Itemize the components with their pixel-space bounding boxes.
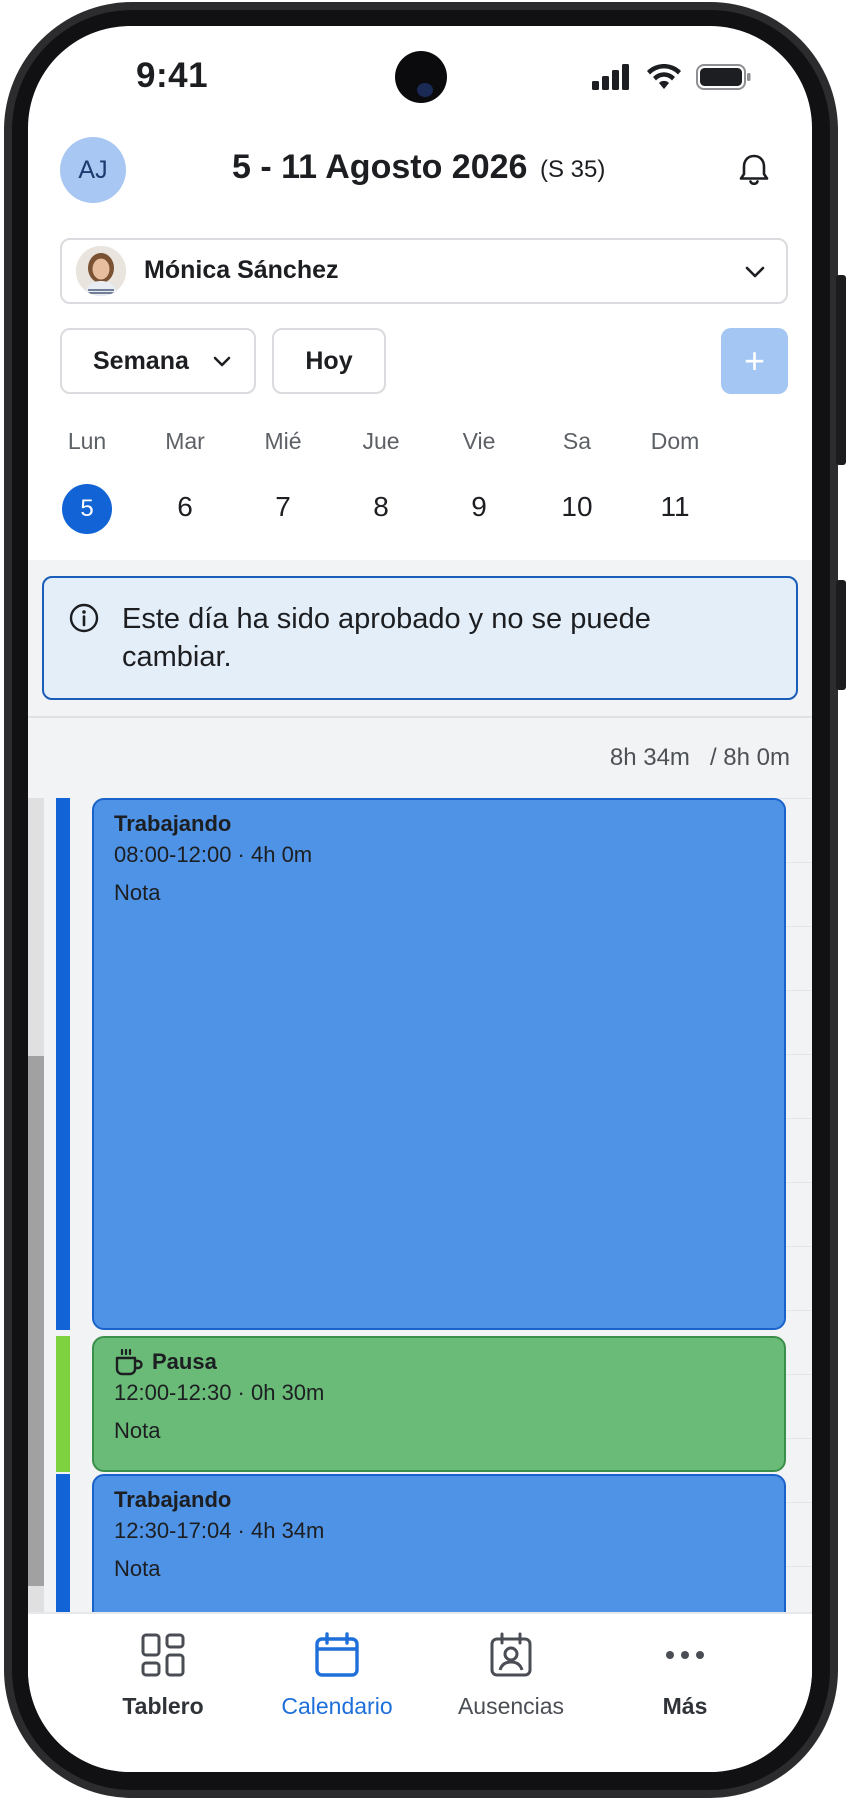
day-number-text: 10 (561, 491, 593, 522)
chevron-down-icon (213, 356, 231, 367)
nav-label: Calendario (281, 1693, 393, 1719)
status-time: 9:41 (136, 56, 209, 95)
screen: 9:41 AJ 5 - 11 Agosto 2026 (S 35) Mónica… (28, 26, 812, 1772)
absences-icon (490, 1632, 532, 1677)
day-lun[interactable]: Lun 5 (37, 428, 137, 534)
day-number: 8 (331, 482, 431, 532)
entry-note: Nota (114, 1556, 161, 1581)
power-button (836, 580, 846, 690)
break-entry[interactable]: Pausa 12:00-12:30 · 0h 30m Nota (92, 1336, 786, 1472)
entry-title: Pausa (114, 1348, 764, 1376)
scrollbar-track[interactable] (28, 798, 44, 1638)
entry-title-text: Trabajando (114, 811, 232, 836)
approved-notice: Este día ha sido aprobado y no se puede … (42, 576, 798, 700)
day-number-text: 5 (62, 484, 112, 534)
chevron-down-icon (745, 266, 765, 278)
add-entry-button[interactable]: + (721, 328, 788, 394)
entry-time: 12:30-17:04 · 4h 34m (114, 1518, 325, 1543)
page-title: 5 - 11 Agosto 2026 (232, 148, 528, 186)
day-number: 7 (233, 482, 333, 532)
nav-label: Ausencias (457, 1693, 565, 1719)
entry-title-text: Pausa (152, 1349, 217, 1374)
nav-tablero[interactable]: Tablero (78, 1632, 248, 1720)
status-icons (592, 64, 752, 90)
divider (28, 716, 812, 718)
nav-label: Más (662, 1693, 708, 1719)
day-number-text: 11 (660, 491, 690, 522)
day-number-text: 8 (373, 491, 389, 522)
worked-hours: 8h 34m (609, 744, 690, 771)
employee-photo (76, 246, 126, 296)
bell-icon[interactable] (734, 150, 774, 190)
cellular-signal-icon (592, 64, 629, 90)
day-number-text: 7 (275, 491, 291, 522)
day-name: Vie (462, 428, 496, 454)
info-icon (69, 603, 99, 633)
day-name: Jue (362, 428, 400, 454)
day-number: 6 (135, 482, 235, 532)
day-dom[interactable]: Dom 11 (625, 428, 725, 532)
nav-calendario[interactable]: Calendario (252, 1632, 422, 1720)
entry-note: Nota (114, 1418, 161, 1443)
entry-note: Nota (114, 880, 161, 905)
user-avatar[interactable]: AJ (60, 137, 126, 203)
work-entry[interactable]: Trabajando 08:00-12:00 · 4h 0m Nota (92, 798, 786, 1330)
employee-select[interactable]: Mónica Sánchez (60, 238, 788, 304)
nav-ausencias[interactable]: Ausencias (426, 1632, 596, 1720)
hours-total: 8h 34m / 8h 0m (610, 744, 790, 772)
front-camera (395, 51, 447, 103)
day-number: 5 (37, 482, 137, 534)
battery-icon (696, 64, 751, 90)
nav-label: Tablero (122, 1693, 204, 1719)
timeline[interactable]: Trabajando 08:00-12:00 · 4h 0m Nota Pausa 12… (28, 798, 812, 1638)
day-name: Dom (650, 428, 700, 454)
employee-name: Mónica Sánchez (144, 256, 339, 284)
wifi-icon (647, 64, 681, 89)
entry-time: 08:00-12:00 · 4h 0m (114, 842, 313, 867)
entry-title: Trabajando (114, 810, 764, 838)
bottom-nav: Tablero Calendario Ausencias Más (28, 1612, 812, 1772)
week-day-picker: Lun 5 Mar 6 Mié 7 Jue 8 Vie 9 Sa 10 Dom 11 (28, 428, 812, 560)
day-number: 9 (429, 482, 529, 532)
coffee-cup-icon (115, 1348, 143, 1376)
phone-frame: 9:41 AJ 5 - 11 Agosto 2026 (S 35) Mónica… (0, 0, 846, 1800)
dashboard-icon (141, 1633, 185, 1677)
target-hours: / 8h 0m (709, 744, 790, 771)
entry-time: 12:00-12:30 · 0h 30m (114, 1380, 325, 1405)
day-jue[interactable]: Jue 8 (331, 428, 431, 532)
day-name: Lun (67, 428, 107, 454)
view-select-label: Semana (93, 346, 189, 375)
day-name: Mié (264, 428, 302, 454)
notice-text: Este día ha sido aprobado y no se puede … (122, 603, 651, 673)
more-icon (666, 1651, 704, 1659)
day-mié[interactable]: Mié 7 (233, 428, 333, 532)
day-number: 11 (625, 482, 725, 532)
week-number: (S 35) (540, 156, 606, 183)
calendar-icon (315, 1632, 359, 1677)
volume-button (836, 275, 846, 465)
day-name: Mar (165, 428, 205, 454)
today-button[interactable]: Hoy (272, 328, 386, 394)
break-strip (56, 1336, 70, 1472)
day-number-text: 9 (471, 491, 487, 522)
work-strip (56, 798, 70, 1330)
day-name: Sa (562, 428, 592, 454)
day-vie[interactable]: Vie 9 (429, 428, 529, 532)
view-select-button[interactable]: Semana (60, 328, 256, 394)
status-bar: 9:41 (28, 26, 812, 136)
day-number: 10 (527, 482, 627, 532)
day-sa[interactable]: Sa 10 (527, 428, 627, 532)
entry-title: Trabajando (114, 1486, 764, 1514)
scrollbar-thumb[interactable] (28, 1056, 44, 1586)
entry-title-text: Trabajando (114, 1487, 232, 1512)
nav-mas[interactable]: Más (600, 1632, 770, 1720)
day-number-text: 6 (177, 491, 193, 522)
day-mar[interactable]: Mar 6 (135, 428, 235, 532)
day-content: Este día ha sido aprobado y no se puede … (28, 560, 812, 1638)
